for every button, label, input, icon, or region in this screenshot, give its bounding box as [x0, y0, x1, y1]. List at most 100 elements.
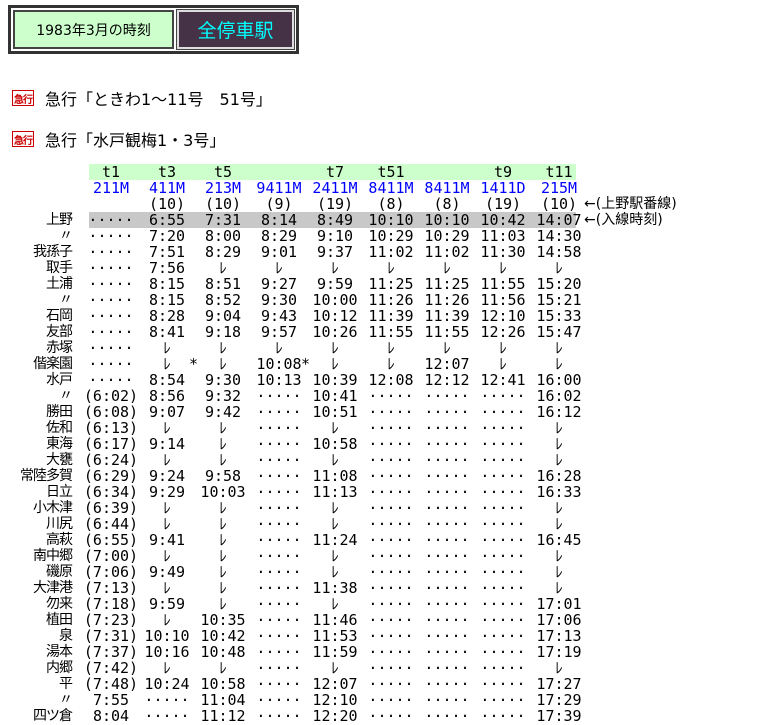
time-cell: ·····: [480, 467, 526, 485]
time-cell: 9:29: [148, 483, 186, 501]
time-cell: ﾚ: [219, 435, 227, 453]
time-cell: 11:56: [480, 291, 526, 309]
time-cell: 9:30: [260, 291, 298, 309]
time-cell: 16:00: [536, 371, 582, 389]
train-number: 213M: [204, 179, 242, 197]
time-cell: 15:33: [536, 307, 582, 325]
time-cell: 11:08: [312, 467, 358, 485]
table-row: 内郷 (7:42) ﾚ ﾚ ····· ﾚ ····· ····· ····· ﾚ: [0, 660, 780, 676]
time-cell: 17:39: [536, 707, 582, 725]
time-cell: ·····: [368, 483, 414, 501]
trip-code: t7: [325, 163, 345, 181]
train-number: 1411D: [480, 179, 526, 197]
time-cell: ·····: [88, 355, 134, 373]
time-cell: ·····: [368, 451, 414, 469]
time-cell: 9:58: [204, 467, 242, 485]
time-cell: (6:13): [83, 419, 139, 437]
time-cell: 11:30: [480, 243, 526, 261]
time-cell: 11:26: [424, 291, 470, 309]
time-cell: ·····: [480, 387, 526, 405]
time-cell: ﾚ: [163, 339, 171, 357]
train-name: 急行「ときわ1～11号 51号」: [45, 90, 272, 109]
train-number-row: 211M 411M 213M 9411M 2411M 8411M 8411M 1411D 215…: [0, 180, 780, 196]
time-cell: 10:26: [312, 323, 358, 341]
time-cell: ·····: [88, 275, 134, 293]
station-name: 石岡: [46, 308, 73, 324]
period-tab[interactable]: 1983年3月の時刻: [13, 10, 174, 49]
time-cell: 10:13: [256, 371, 302, 389]
time-cell: 14:07: [536, 211, 582, 229]
station-cell: 高萩: [0, 532, 73, 548]
time-cell: 15:47: [536, 323, 582, 341]
table-row: 平 (7:48) 10:24 10:58 ····· 12:07 ····· ····· ···…: [0, 676, 780, 692]
time-cell: ·····: [256, 435, 302, 453]
station-name: 大津港: [33, 580, 73, 596]
time-cell: 9:30: [204, 371, 242, 389]
time-cell: 11:25: [368, 275, 414, 293]
time-cell: (7:00): [83, 547, 139, 565]
station-cell: 赤塚: [0, 340, 73, 356]
time-cell: ﾚ: [555, 355, 563, 373]
table-row: 南中郷 (7:00) ﾚ ﾚ ····· ﾚ ····· ····· ····· ﾚ: [0, 548, 780, 564]
time-cell: ﾚ *: [189, 355, 227, 373]
time-cell: 10:58: [200, 675, 246, 693]
time-cell: (6:08): [83, 403, 139, 421]
station-cell: 川尻: [0, 516, 73, 532]
table-row: 水戸 ····· 8:54 9:30 10:13 10:39 12:08 12:12 12:41…: [0, 372, 780, 388]
table-row: 〃 7:55 ····· 11:04 ····· 12:10 ····· ····· ·····…: [0, 692, 780, 708]
trip-code: t11: [545, 163, 573, 181]
time-cell: ﾚ: [555, 259, 563, 277]
time-cell: ·····: [480, 563, 526, 581]
platform-number: (8): [377, 195, 405, 213]
time-cell: ·····: [424, 451, 470, 469]
all-stops-tab[interactable]: 全停車駅: [176, 9, 295, 50]
time-cell: ·····: [424, 467, 470, 485]
station-name: 〃: [59, 388, 73, 404]
station-name: 磯原: [46, 564, 73, 580]
time-cell: ·····: [144, 707, 190, 725]
time-cell: ·····: [256, 707, 302, 725]
time-cell: ﾚ: [163, 659, 171, 677]
time-cell: 11:55: [480, 275, 526, 293]
time-cell: ·····: [424, 387, 470, 405]
time-cell: ﾚ: [499, 339, 507, 357]
time-cell: ·····: [256, 659, 302, 677]
time-cell: 10:03: [200, 483, 246, 501]
time-cell: (6:44): [83, 515, 139, 533]
time-cell: 12:41: [480, 371, 526, 389]
time-cell: 9:42: [204, 403, 242, 421]
time-cell: 10:39: [312, 371, 358, 389]
time-cell: ·····: [256, 611, 302, 629]
time-cell: 12:08: [368, 371, 414, 389]
time-cell: 7:31: [204, 211, 242, 229]
time-cell: 16:12: [536, 403, 582, 421]
train-name: 急行「水戸観梅1・3号」: [45, 131, 226, 150]
time-cell: 10:10: [424, 211, 470, 229]
time-cell: 16:28: [536, 467, 582, 485]
time-cell: ﾚ: [555, 563, 563, 581]
time-cell: 11:59: [312, 643, 358, 661]
time-cell: (6:02): [83, 387, 139, 405]
time-cell: ·····: [424, 515, 470, 533]
station-name: 偕楽園: [33, 356, 73, 372]
time-cell: 10:48: [200, 643, 246, 661]
time-cell: ·····: [424, 435, 470, 453]
time-cell: 8:29: [204, 243, 242, 261]
time-cell: 17:06: [536, 611, 582, 629]
station-cell: 石岡: [0, 308, 73, 324]
time-cell: ·····: [368, 547, 414, 565]
train-heading-mito-kanbai: 急行 急行「水戸観梅1・3号」: [12, 127, 225, 151]
time-cell: ﾚ: [163, 451, 171, 469]
platform-number: (9): [265, 195, 293, 213]
time-cell: ·····: [480, 499, 526, 517]
time-cell: ﾚ: [219, 259, 227, 277]
time-cell: ·····: [368, 707, 414, 725]
time-cell: ﾚ: [219, 563, 227, 581]
time-cell: ﾚ: [163, 499, 171, 517]
time-cell: ·····: [88, 227, 134, 245]
time-cell: ﾚ: [555, 499, 563, 517]
station-cell: 上野: [0, 212, 73, 228]
table-row: 川尻 (6:44) ﾚ ﾚ ····· ﾚ ····· ····· ····· ﾚ: [0, 516, 780, 532]
time-cell: 8:28: [148, 307, 186, 325]
time-cell: ·····: [424, 707, 470, 725]
